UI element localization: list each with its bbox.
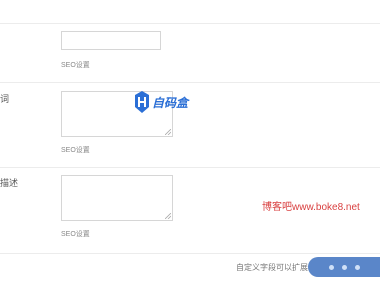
row-divider [0,253,380,254]
row-divider [0,167,380,168]
resize-handle-icon[interactable] [165,129,171,135]
field-help-text: SEO设置 [61,62,90,69]
row-divider [0,23,380,24]
loading-indicator [308,257,380,277]
field-label-keywords: 词 [0,94,10,104]
watermark-logo: 自码盒 [134,89,188,115]
field-help-text: SEO设置 [61,231,90,238]
seo-description-textarea[interactable] [61,175,173,221]
footer-note: 自定义字段可以扩展 [236,263,308,272]
loading-dot [328,264,334,270]
loading-dot [341,264,347,270]
seo-title-input[interactable] [61,31,161,50]
loading-dot [354,264,360,270]
field-help-text: SEO设置 [61,147,90,154]
watermark-text: 自码盒 [152,95,189,110]
field-label-description: 描述 [0,178,19,188]
site-watermark-text: 博客吧www.boke8.net [262,202,360,213]
resize-handle-icon[interactable] [165,213,171,219]
row-divider [0,82,380,83]
logo-icon [135,91,149,113]
